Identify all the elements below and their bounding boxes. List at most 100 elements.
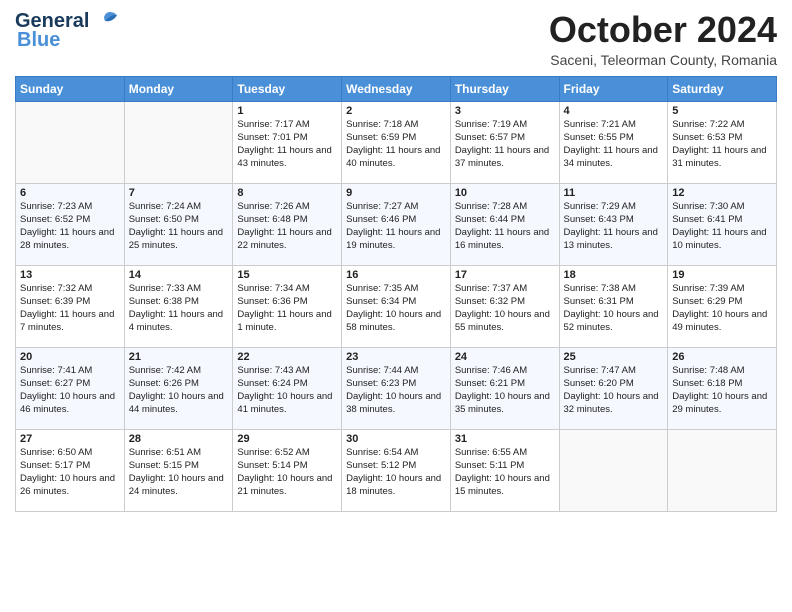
day-number: 7: [129, 187, 229, 199]
daylight-text: Daylight: 10 hours and 58 minutes.: [346, 309, 441, 333]
daylight-text: Daylight: 11 hours and 19 minutes.: [346, 227, 440, 251]
col-header-sunday: Sunday: [16, 76, 125, 101]
day-info: Sunrise: 7:17 AM Sunset: 7:01 PM Dayligh…: [237, 118, 337, 171]
day-info: Sunrise: 7:21 AM Sunset: 6:55 PM Dayligh…: [564, 118, 664, 171]
day-info: Sunrise: 7:22 AM Sunset: 6:53 PM Dayligh…: [672, 118, 772, 171]
col-header-wednesday: Wednesday: [342, 76, 451, 101]
sunrise-text: Sunrise: 7:41 AM: [20, 365, 92, 376]
sunrise-text: Sunrise: 7:22 AM: [672, 119, 744, 130]
day-number: 31: [455, 433, 555, 445]
logo: General Blue: [15, 10, 119, 52]
day-cell: 19 Sunrise: 7:39 AM Sunset: 6:29 PM Dayl…: [668, 265, 777, 347]
week-row-3: 13 Sunrise: 7:32 AM Sunset: 6:39 PM Dayl…: [16, 265, 777, 347]
daylight-text: Daylight: 11 hours and 16 minutes.: [455, 227, 549, 251]
header-row: SundayMondayTuesdayWednesdayThursdayFrid…: [16, 76, 777, 101]
daylight-text: Daylight: 10 hours and 24 minutes.: [129, 473, 224, 497]
day-info: Sunrise: 7:39 AM Sunset: 6:29 PM Dayligh…: [672, 282, 772, 335]
header: General Blue October 2024 Saceni, Teleor…: [15, 10, 777, 68]
daylight-text: Daylight: 11 hours and 22 minutes.: [237, 227, 331, 251]
col-header-friday: Friday: [559, 76, 668, 101]
day-info: Sunrise: 7:35 AM Sunset: 6:34 PM Dayligh…: [346, 282, 446, 335]
sunrise-text: Sunrise: 7:37 AM: [455, 283, 527, 294]
col-header-saturday: Saturday: [668, 76, 777, 101]
day-number: 19: [672, 269, 772, 281]
week-row-1: 1 Sunrise: 7:17 AM Sunset: 7:01 PM Dayli…: [16, 101, 777, 183]
day-number: 29: [237, 433, 337, 445]
daylight-text: Daylight: 10 hours and 35 minutes.: [455, 391, 550, 415]
day-info: Sunrise: 7:27 AM Sunset: 6:46 PM Dayligh…: [346, 200, 446, 253]
day-cell: 15 Sunrise: 7:34 AM Sunset: 6:36 PM Dayl…: [233, 265, 342, 347]
day-cell: 21 Sunrise: 7:42 AM Sunset: 6:26 PM Dayl…: [124, 347, 233, 429]
day-info: Sunrise: 7:24 AM Sunset: 6:50 PM Dayligh…: [129, 200, 229, 253]
sunset-text: Sunset: 6:21 PM: [455, 378, 525, 389]
day-cell: 30 Sunrise: 6:54 AM Sunset: 5:12 PM Dayl…: [342, 429, 451, 511]
day-info: Sunrise: 7:33 AM Sunset: 6:38 PM Dayligh…: [129, 282, 229, 335]
daylight-text: Daylight: 11 hours and 28 minutes.: [20, 227, 114, 251]
sunrise-text: Sunrise: 7:23 AM: [20, 201, 92, 212]
day-info: Sunrise: 7:48 AM Sunset: 6:18 PM Dayligh…: [672, 364, 772, 417]
daylight-text: Daylight: 10 hours and 32 minutes.: [564, 391, 659, 415]
day-info: Sunrise: 7:29 AM Sunset: 6:43 PM Dayligh…: [564, 200, 664, 253]
day-info: Sunrise: 6:55 AM Sunset: 5:11 PM Dayligh…: [455, 446, 555, 499]
day-number: 21: [129, 351, 229, 363]
day-number: 3: [455, 105, 555, 117]
logo-bird-icon: [91, 11, 119, 33]
day-info: Sunrise: 7:47 AM Sunset: 6:20 PM Dayligh…: [564, 364, 664, 417]
title-block: October 2024 Saceni, Teleorman County, R…: [549, 10, 777, 68]
sunrise-text: Sunrise: 7:35 AM: [346, 283, 418, 294]
calendar-page: General Blue October 2024 Saceni, Teleor…: [0, 0, 792, 612]
day-info: Sunrise: 7:43 AM Sunset: 6:24 PM Dayligh…: [237, 364, 337, 417]
daylight-text: Daylight: 10 hours and 29 minutes.: [672, 391, 767, 415]
daylight-text: Daylight: 10 hours and 26 minutes.: [20, 473, 115, 497]
sunset-text: Sunset: 6:36 PM: [237, 296, 307, 307]
sunset-text: Sunset: 5:14 PM: [237, 460, 307, 471]
day-cell: 9 Sunrise: 7:27 AM Sunset: 6:46 PM Dayli…: [342, 183, 451, 265]
day-cell: 17 Sunrise: 7:37 AM Sunset: 6:32 PM Dayl…: [450, 265, 559, 347]
sunrise-text: Sunrise: 6:52 AM: [237, 447, 309, 458]
day-cell: 8 Sunrise: 7:26 AM Sunset: 6:48 PM Dayli…: [233, 183, 342, 265]
day-cell: [124, 101, 233, 183]
day-cell: 1 Sunrise: 7:17 AM Sunset: 7:01 PM Dayli…: [233, 101, 342, 183]
sunset-text: Sunset: 6:34 PM: [346, 296, 416, 307]
day-number: 20: [20, 351, 120, 363]
sunrise-text: Sunrise: 7:32 AM: [20, 283, 92, 294]
day-number: 22: [237, 351, 337, 363]
sunrise-text: Sunrise: 7:34 AM: [237, 283, 309, 294]
day-info: Sunrise: 7:26 AM Sunset: 6:48 PM Dayligh…: [237, 200, 337, 253]
day-cell: 29 Sunrise: 6:52 AM Sunset: 5:14 PM Dayl…: [233, 429, 342, 511]
sunset-text: Sunset: 6:41 PM: [672, 214, 742, 225]
day-number: 27: [20, 433, 120, 445]
sunset-text: Sunset: 6:27 PM: [20, 378, 90, 389]
day-info: Sunrise: 6:52 AM Sunset: 5:14 PM Dayligh…: [237, 446, 337, 499]
day-cell: 3 Sunrise: 7:19 AM Sunset: 6:57 PM Dayli…: [450, 101, 559, 183]
sunset-text: Sunset: 6:18 PM: [672, 378, 742, 389]
sunset-text: Sunset: 5:11 PM: [455, 460, 525, 471]
sunset-text: Sunset: 6:39 PM: [20, 296, 90, 307]
daylight-text: Daylight: 10 hours and 21 minutes.: [237, 473, 332, 497]
col-header-monday: Monday: [124, 76, 233, 101]
day-cell: 20 Sunrise: 7:41 AM Sunset: 6:27 PM Dayl…: [16, 347, 125, 429]
daylight-text: Daylight: 11 hours and 10 minutes.: [672, 227, 766, 251]
daylight-text: Daylight: 10 hours and 46 minutes.: [20, 391, 115, 415]
day-info: Sunrise: 7:38 AM Sunset: 6:31 PM Dayligh…: [564, 282, 664, 335]
day-cell: 27 Sunrise: 6:50 AM Sunset: 5:17 PM Dayl…: [16, 429, 125, 511]
sunrise-text: Sunrise: 7:19 AM: [455, 119, 527, 130]
sunset-text: Sunset: 6:55 PM: [564, 132, 634, 143]
day-cell: 10 Sunrise: 7:28 AM Sunset: 6:44 PM Dayl…: [450, 183, 559, 265]
location-subtitle: Saceni, Teleorman County, Romania: [549, 52, 777, 68]
sunrise-text: Sunrise: 6:55 AM: [455, 447, 527, 458]
week-row-4: 20 Sunrise: 7:41 AM Sunset: 6:27 PM Dayl…: [16, 347, 777, 429]
day-cell: 24 Sunrise: 7:46 AM Sunset: 6:21 PM Dayl…: [450, 347, 559, 429]
sunrise-text: Sunrise: 7:24 AM: [129, 201, 201, 212]
day-number: 1: [237, 105, 337, 117]
sunset-text: Sunset: 6:24 PM: [237, 378, 307, 389]
day-cell: 12 Sunrise: 7:30 AM Sunset: 6:41 PM Dayl…: [668, 183, 777, 265]
day-cell: 23 Sunrise: 7:44 AM Sunset: 6:23 PM Dayl…: [342, 347, 451, 429]
sunrise-text: Sunrise: 7:48 AM: [672, 365, 744, 376]
sunrise-text: Sunrise: 6:50 AM: [20, 447, 92, 458]
daylight-text: Daylight: 11 hours and 4 minutes.: [129, 309, 223, 333]
day-number: 17: [455, 269, 555, 281]
sunset-text: Sunset: 5:15 PM: [129, 460, 199, 471]
day-number: 28: [129, 433, 229, 445]
daylight-text: Daylight: 11 hours and 37 minutes.: [455, 145, 549, 169]
